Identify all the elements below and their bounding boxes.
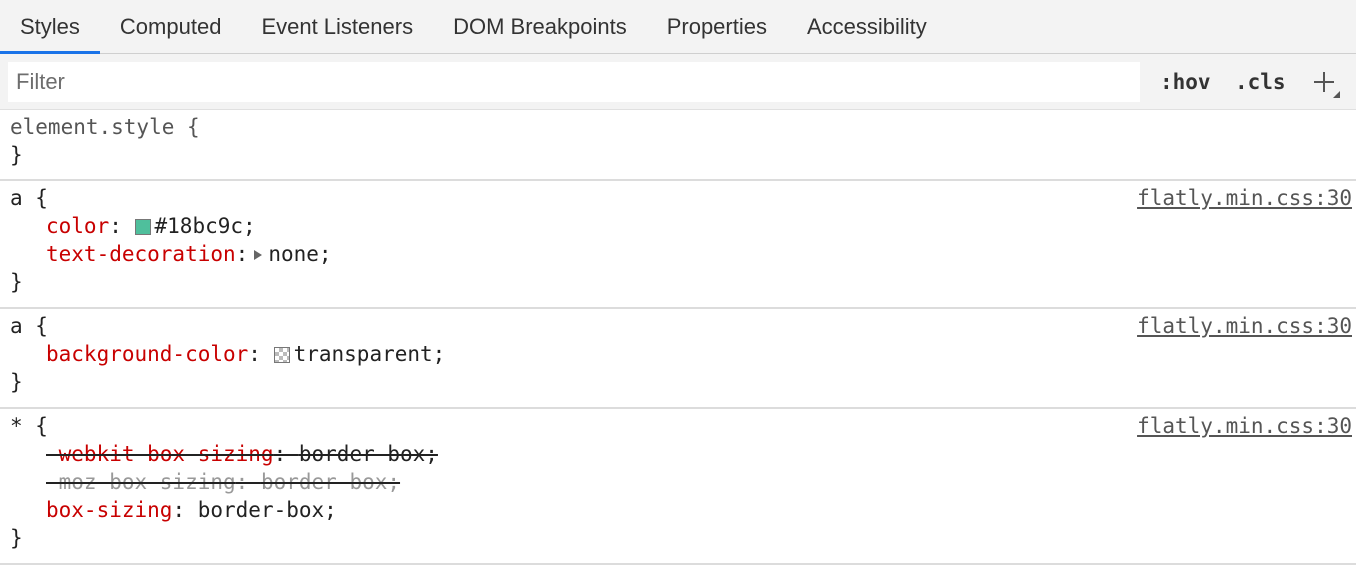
styles-rules-pane: element.style { } a { flatly.min.css:30 … [0, 110, 1356, 565]
property-value[interactable]: border-box; [261, 470, 400, 494]
hov-button[interactable]: :hov [1160, 64, 1211, 100]
declaration-separator: : [235, 242, 249, 266]
property-value[interactable]: #18bc9c; [155, 214, 256, 238]
declaration-separator: : [172, 498, 198, 522]
property-value[interactable]: border-box; [198, 498, 337, 522]
rule-a-background: a { flatly.min.css:30 background-color: … [0, 309, 1356, 409]
plus-icon[interactable] [1306, 62, 1342, 102]
tab-event-listeners[interactable]: Event Listeners [241, 0, 433, 53]
rule-open-brace: { [22, 414, 48, 438]
property-name[interactable]: box-sizing [46, 498, 172, 522]
declaration-row-invalid[interactable]: -moz-box-sizing: border-box; [10, 468, 1356, 496]
rule-close-brace: } [10, 370, 23, 394]
rule-close-brace: } [10, 526, 23, 550]
property-name[interactable]: color [46, 214, 109, 238]
property-name[interactable]: -moz-box-sizing [46, 470, 236, 494]
rule-open-brace: { [22, 186, 48, 210]
tab-computed[interactable]: Computed [100, 0, 242, 53]
source-link[interactable]: flatly.min.css:30 [1137, 312, 1352, 340]
declaration-separator: : [109, 214, 135, 238]
transparent-swatch-icon[interactable] [273, 347, 290, 363]
property-name[interactable]: text-decoration [46, 242, 236, 266]
filter-input[interactable] [8, 62, 1140, 102]
rule-selector[interactable]: a [10, 314, 23, 338]
rule-close-brace: } [10, 270, 23, 294]
declaration-row[interactable]: box-sizing: border-box; [10, 496, 1356, 524]
filter-toolbar: :hov .cls [0, 54, 1356, 110]
rule-open-brace: { [22, 314, 48, 338]
rule-universal: * { flatly.min.css:30 -webkit-box-sizing… [0, 409, 1356, 565]
tab-accessibility[interactable]: Accessibility [787, 0, 947, 53]
rule-element-style: element.style { } [0, 110, 1356, 181]
color-swatch-icon[interactable] [134, 219, 151, 235]
cls-button[interactable]: .cls [1235, 64, 1286, 100]
declaration-row-overridden[interactable]: -webkit-box-sizing: border-box; [10, 440, 1356, 468]
property-value[interactable]: border-box; [299, 442, 438, 466]
panel-tabbar: Styles Computed Event Listeners DOM Brea… [0, 0, 1356, 54]
tab-styles[interactable]: Styles [0, 0, 100, 54]
property-name[interactable]: -webkit-box-sizing [46, 442, 274, 466]
declaration-row[interactable]: background-color: transparent; [10, 340, 1356, 368]
rule-selector[interactable]: * [10, 414, 23, 438]
rule-selector[interactable]: a [10, 186, 23, 210]
tab-dom-breakpoints[interactable]: DOM Breakpoints [433, 0, 647, 53]
declaration-separator: : [248, 342, 274, 366]
rule-selector[interactable]: element.style { [10, 113, 1356, 141]
property-name[interactable]: background-color [46, 342, 248, 366]
declaration-separator: : [273, 442, 299, 466]
declaration-row[interactable]: text-decoration: none; [10, 240, 1356, 268]
declaration-separator: : [235, 470, 261, 494]
tab-properties[interactable]: Properties [647, 0, 787, 53]
rule-close-brace: } [10, 143, 23, 167]
source-link[interactable]: flatly.min.css:30 [1137, 184, 1352, 212]
rule-a-color: a { flatly.min.css:30 color: #18bc9c; te… [0, 181, 1356, 309]
expand-triangle-icon[interactable] [254, 250, 263, 260]
property-value[interactable]: transparent; [294, 342, 446, 366]
declaration-row[interactable]: color: #18bc9c; [10, 212, 1356, 240]
property-value[interactable]: none; [268, 242, 331, 266]
source-link[interactable]: flatly.min.css:30 [1137, 412, 1352, 440]
